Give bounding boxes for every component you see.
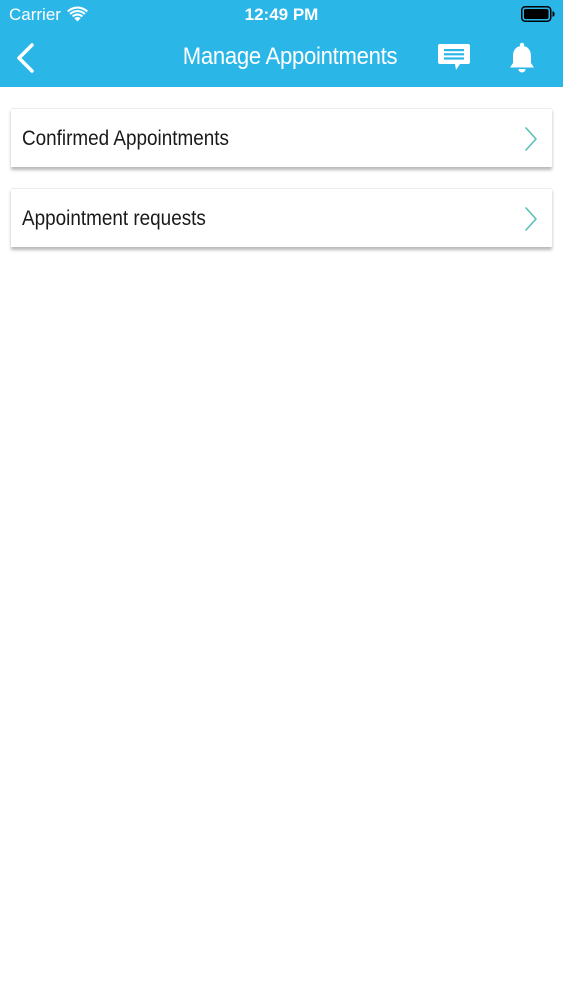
chevron-left-icon [17,43,34,73]
chevron-right-icon [525,127,537,151]
status-time: 12:49 PM [244,5,319,24]
page-title: Manage Appointments [182,43,398,70]
chat-bubble-icon [438,44,470,70]
notifications-button[interactable] [505,40,539,76]
appointment-requests-item[interactable]: Appointment requests [11,188,552,247]
battery-icon [521,6,555,22]
status-bar: Carrier 12:49 PM [0,0,563,30]
messages-button[interactable] [436,42,472,74]
list-item-label: Confirmed Appointments [22,127,229,150]
bell-icon [510,42,534,73]
chevron-right-icon [525,207,537,231]
confirmed-appointments-item[interactable]: Confirmed Appointments [11,108,552,167]
back-button[interactable] [10,40,44,76]
header: Carrier 12:49 PM Manage Appointments [0,0,563,87]
list-item-label: Appointment requests [22,207,206,230]
navigation-bar: Manage Appointments [0,30,563,87]
